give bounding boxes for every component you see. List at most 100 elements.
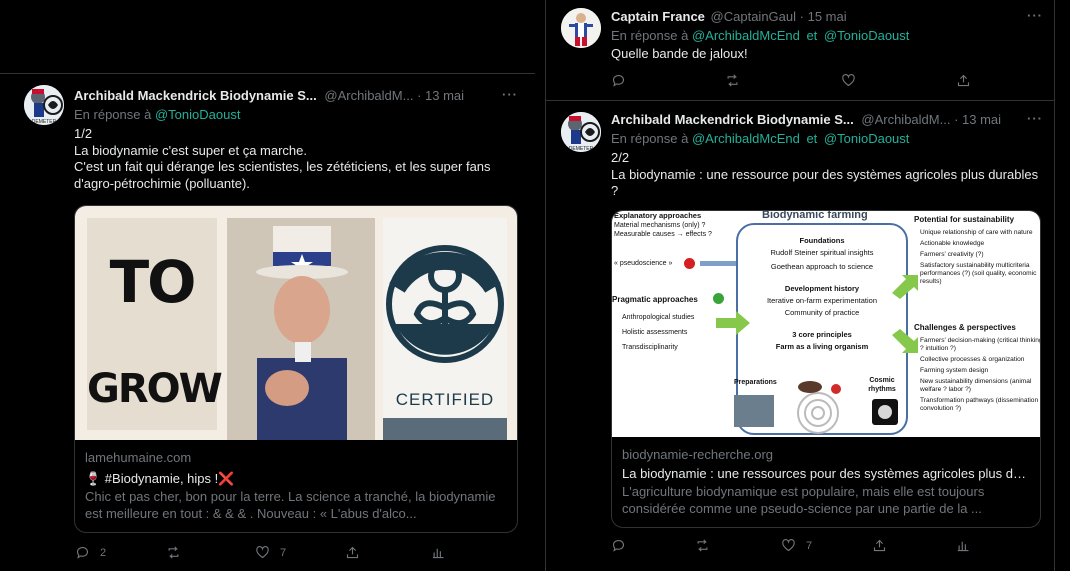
- mention-link[interactable]: @TonioDaoust: [155, 107, 240, 122]
- retweet-button[interactable]: [166, 545, 191, 560]
- infographic-pseudoscience: « pseudoscience »: [614, 260, 673, 267]
- like-button[interactable]: 7: [781, 538, 812, 553]
- infographic-item: Iterative on-farm experimentation: [766, 296, 878, 305]
- infographic-right-heading: Challenges & perspectives: [914, 323, 1016, 332]
- more-options-icon[interactable]: ···: [1027, 8, 1043, 23]
- card-meta: biodynamie-recherche.org La biodynamie :…: [622, 447, 1030, 517]
- tweet-text: 1/2 La biodynamie c'est super et ça marc…: [74, 126, 524, 192]
- preparations-photo: [734, 395, 774, 427]
- separator-dot: ·: [417, 88, 426, 103]
- tweet-text-line: ?: [611, 183, 619, 198]
- tweet-archibald-2[interactable]: DEMETER Archibald Mackendrick Biodynamie…: [545, 100, 1070, 571]
- like-count: 7: [806, 539, 813, 552]
- link-card[interactable]: Biodynamic farming Explanatory approache…: [611, 210, 1041, 528]
- tweet-text-line: 2/2: [611, 150, 630, 165]
- avatar[interactable]: DEMETER: [561, 112, 601, 152]
- more-options-icon[interactable]: ···: [502, 87, 518, 102]
- infographic-item: Actionable knowledge: [920, 240, 985, 247]
- retweet-button[interactable]: [725, 73, 740, 88]
- right-column: Captain France @CaptainGaul · 15 mai ···…: [545, 0, 1070, 571]
- check-icon: [713, 293, 724, 304]
- mention-link[interactable]: @ArchibaldMcEnd: [692, 131, 800, 146]
- avatar[interactable]: DEMETER: [24, 85, 64, 125]
- more-options-icon[interactable]: ···: [1027, 111, 1043, 126]
- uncle-sam-image: [227, 218, 375, 440]
- tweet-text-line: 1/2: [74, 126, 93, 141]
- image-word: TO: [109, 248, 197, 316]
- mention-link[interactable]: @TonioDaoust: [824, 131, 909, 146]
- analytics-icon: [957, 541, 969, 552]
- demeter-logo: DEMETER CERTIFIED: [383, 218, 507, 440]
- reply-prefix: En réponse à: [611, 28, 689, 43]
- infographic-item: Measurable causes → effects ?: [614, 231, 712, 238]
- moon-photo: [872, 399, 898, 425]
- tweet-actions: [545, 73, 1070, 93]
- image-word: CERTIFIED: [395, 390, 495, 409]
- tweet-date[interactable]: 13 mai: [425, 88, 464, 103]
- mention-link[interactable]: @TonioDaoust: [824, 28, 909, 43]
- infographic-challenges-list: Farmers' decision-making (critical think…: [920, 337, 1041, 413]
- reply-context: En réponse à @TonioDaoust: [74, 107, 240, 123]
- share-button[interactable]: [956, 73, 971, 88]
- infographic-item: Satisfactory sustainability multicriteri…: [920, 262, 1037, 285]
- infographic-item: Community of practice: [784, 308, 860, 317]
- analytics-button[interactable]: [431, 545, 446, 560]
- separator-dot: ·: [954, 112, 963, 127]
- infographic-item: Transformation pathways (dissemination ?…: [920, 397, 1041, 412]
- like-button[interactable]: 7: [255, 545, 286, 560]
- reply-icon: [612, 539, 625, 552]
- author-name[interactable]: Archibald Mackendrick Biodynamie S...: [611, 112, 854, 127]
- like-button[interactable]: [841, 73, 856, 88]
- mention-link[interactable]: @ArchibaldMcEnd: [692, 28, 800, 43]
- avatar[interactable]: [561, 8, 601, 48]
- infographic-left-list: Material mechanisms (only) ? Measurable …: [614, 221, 712, 239]
- retweet-icon: [727, 74, 738, 87]
- infographic-item: Goethean approach to science: [770, 262, 874, 271]
- infographic-pragmatic-list: Anthropological studies Holistic assessm…: [622, 310, 694, 355]
- infographic-item: Holistic assessments: [622, 329, 688, 336]
- infographic-center: Foundations Rudolf Steiner spiritual ins…: [736, 235, 908, 353]
- author-handle[interactable]: @CaptainGaul: [711, 9, 796, 24]
- reply-button[interactable]: [611, 538, 636, 553]
- share-icon: [957, 74, 970, 87]
- tweet-captain-france[interactable]: Captain France @CaptainGaul · 15 mai ···…: [545, 0, 1070, 100]
- reply-prefix: En réponse à: [74, 107, 152, 122]
- author-name[interactable]: Archibald Mackendrick Biodynamie S...: [74, 88, 317, 103]
- infographic-item: Farmers' decision-making (critical think…: [920, 337, 1041, 352]
- tweet-archibald-1[interactable]: DEMETER Archibald Mackendrick Biodynamie…: [0, 73, 535, 571]
- share-button[interactable]: [872, 538, 887, 553]
- tweet-text: Quelle bande de jaloux!: [611, 46, 748, 61]
- card-meta: lamehumaine.com 🍷 #Biodynamie, hips !❌ C…: [85, 450, 507, 522]
- infographic-item: Farmers' creativity (?): [920, 251, 984, 258]
- retweet-button[interactable]: [695, 538, 720, 553]
- card-image-infographic: Biodynamic farming Explanatory approache…: [612, 211, 1041, 437]
- image-word: DEMETER: [396, 222, 494, 241]
- reply-icon: [612, 74, 625, 87]
- author-handle[interactable]: @ArchibaldM...: [861, 112, 950, 127]
- to-grow-panel: TO GROW: [87, 218, 223, 430]
- reply-button[interactable]: 2: [75, 545, 106, 560]
- author-name[interactable]: Captain France: [611, 9, 705, 24]
- separator-dot: ·: [799, 9, 808, 24]
- infographic-item: New sustainability dimensions (animal we…: [920, 378, 1032, 393]
- infographic-item: Unique relationship of care with nature: [920, 229, 1033, 236]
- demeter-photo-strip: [383, 418, 507, 440]
- link-card[interactable]: TO GROW DEMETER CERTIFIED lamehumaine.co…: [74, 205, 518, 533]
- card-image: TO GROW DEMETER CERTIFIED: [75, 206, 517, 440]
- tweet-date[interactable]: 13 mai: [962, 112, 1001, 127]
- tweet-actions: 7: [545, 538, 1070, 558]
- reply-icon: [76, 546, 89, 559]
- tweet-text-line: C'est un fait qui dérange les scientiste…: [74, 159, 491, 174]
- analytics-button[interactable]: [956, 538, 971, 553]
- card-domain: biodynamie-recherche.org: [622, 447, 774, 462]
- author-handle[interactable]: @ArchibaldM...: [324, 88, 413, 103]
- tweet-text: 2/2 La biodynamie : une ressource pour d…: [611, 150, 1046, 200]
- infographic-heading: Development history: [784, 284, 860, 293]
- infographic-potential-list: Unique relationship of care with nature …: [920, 229, 1040, 286]
- tweet-date[interactable]: 15 mai: [808, 9, 847, 24]
- infographic-heading: Foundations: [799, 236, 845, 245]
- reply-and: et: [806, 131, 818, 146]
- share-button[interactable]: [345, 545, 360, 560]
- infographic-heading: Farm as a living organism: [775, 342, 869, 351]
- reply-button[interactable]: [611, 73, 626, 88]
